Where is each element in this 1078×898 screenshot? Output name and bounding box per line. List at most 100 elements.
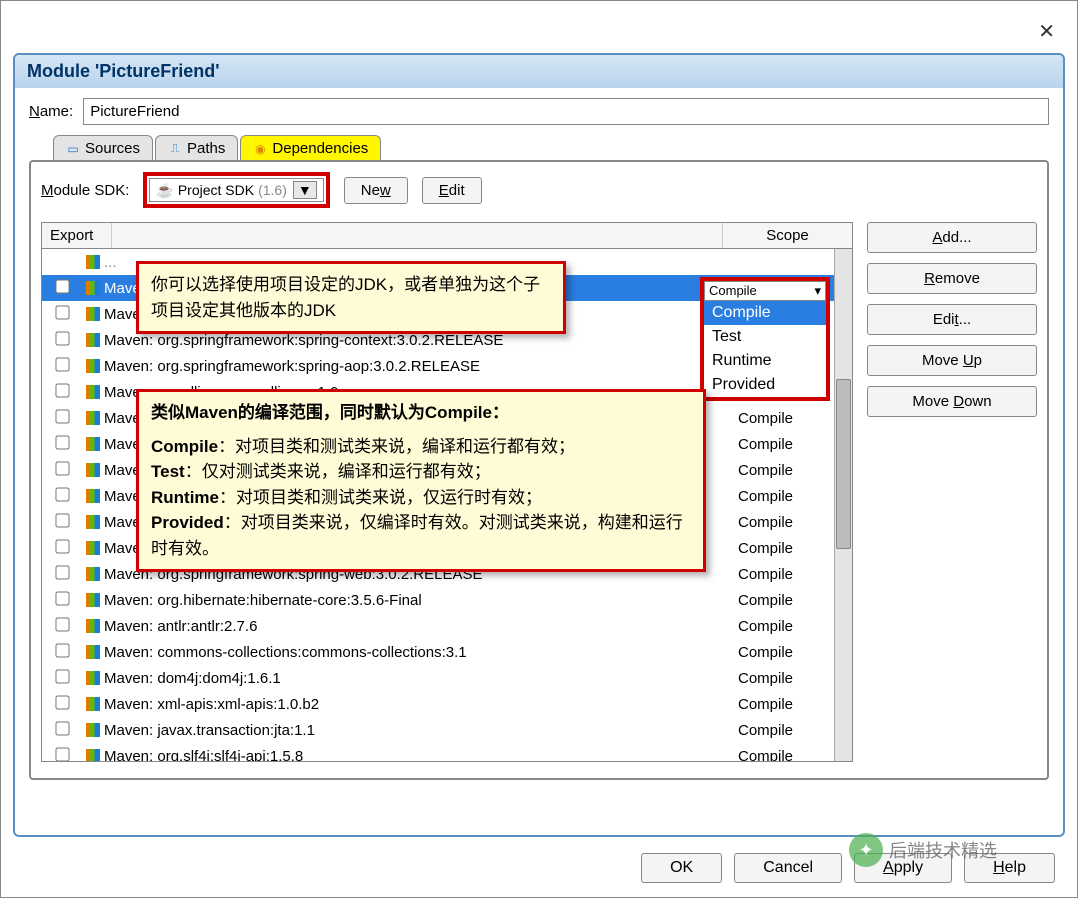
tab-bar: ▭ Sources ⎍ Paths ◉ Dependencies <box>53 135 1049 161</box>
dep-name: Maven: antlr:antlr:2.7.6 <box>104 618 732 635</box>
annotation-scope: 类似Maven的编译范围，同时默认为Compile： Compile：对项目类和… <box>136 389 706 572</box>
library-icon <box>82 359 104 373</box>
library-icon <box>82 333 104 347</box>
cancel-button[interactable]: Cancel <box>734 853 842 883</box>
scope-option-compile[interactable]: Compile <box>704 301 826 325</box>
name-label: Name: <box>29 103 73 120</box>
dep-name: Maven: org.hibernate:hibernate-core:3.5.… <box>104 592 732 609</box>
library-icon <box>82 697 104 711</box>
sources-icon: ▭ <box>66 142 80 156</box>
edit-sdk-button[interactable]: Edit <box>422 177 482 204</box>
wechat-icon: ✦ <box>849 833 883 867</box>
sdk-label: Module SDK: <box>41 182 129 199</box>
module-name-input[interactable] <box>83 98 1049 125</box>
export-checkbox[interactable] <box>42 462 82 479</box>
dep-name: Maven: org.slf4j:slf4j-api:1.5.8 <box>104 748 732 762</box>
export-checkbox[interactable] <box>42 280 82 297</box>
scope-selected[interactable]: Compile▾ <box>704 281 826 301</box>
library-icon <box>82 489 104 503</box>
export-checkbox[interactable] <box>42 618 82 635</box>
export-checkbox[interactable] <box>42 306 82 323</box>
table-row[interactable]: Maven: org.slf4j:slf4j-api:1.5.8Compile▼ <box>42 743 852 761</box>
scope-option-runtime[interactable]: Runtime <box>704 349 826 373</box>
export-checkbox[interactable] <box>42 358 82 375</box>
tab-paths[interactable]: ⎍ Paths <box>155 135 238 161</box>
export-checkbox[interactable] <box>42 566 82 583</box>
move-down-button[interactable]: Move Down <box>867 386 1037 417</box>
add-button[interactable]: Add... <box>867 222 1037 253</box>
dep-name: Maven: org.springframework:spring-aop:3.… <box>104 358 732 375</box>
export-checkbox[interactable] <box>42 332 82 349</box>
deps-icon: ◉ <box>253 142 267 156</box>
remove-button[interactable]: Remove <box>867 263 1037 294</box>
export-checkbox[interactable] <box>42 514 82 531</box>
library-icon <box>82 541 104 555</box>
sdk-version: (1.6) <box>258 182 287 198</box>
edit-dep-button[interactable]: Edit... <box>867 304 1037 335</box>
library-icon <box>82 307 104 321</box>
export-checkbox[interactable] <box>42 748 82 762</box>
export-checkbox[interactable] <box>42 540 82 557</box>
scroll-thumb[interactable] <box>836 379 851 549</box>
export-checkbox[interactable] <box>42 644 82 661</box>
dep-name: Maven: commons-collections:commons-colle… <box>104 644 732 661</box>
export-checkbox[interactable] <box>42 592 82 609</box>
library-icon <box>82 671 104 685</box>
scrollbar[interactable] <box>834 249 852 761</box>
sdk-value: Project SDK <box>178 182 254 198</box>
sdk-icon: ☕ <box>156 182 173 199</box>
ok-button[interactable]: OK <box>641 853 722 883</box>
table-row[interactable]: Maven: commons-collections:commons-colle… <box>42 639 852 665</box>
side-buttons: Add... Remove Edit... Move Up Move Down <box>867 222 1037 762</box>
library-icon <box>82 385 104 399</box>
sdk-combo-highlight: ☕ Project SDK (1.6) ▼ <box>143 172 329 208</box>
table-row[interactable]: Maven: xml-apis:xml-apis:1.0.b2Compile▼ <box>42 691 852 717</box>
move-up-button[interactable]: Move Up <box>867 345 1037 376</box>
tab-label: Sources <box>85 140 140 157</box>
table-row[interactable]: Maven: javax.transaction:jta:1.1Compile▼ <box>42 717 852 743</box>
export-checkbox[interactable] <box>42 410 82 427</box>
sdk-combo[interactable]: ☕ Project SDK (1.6) ▼ <box>149 178 323 202</box>
close-icon[interactable]: ✕ <box>1038 19 1055 44</box>
export-checkbox[interactable] <box>42 722 82 739</box>
tab-label: Dependencies <box>272 140 368 157</box>
scope-option-test[interactable]: Test <box>704 325 826 349</box>
library-icon <box>82 567 104 581</box>
library-icon <box>82 411 104 425</box>
tab-dependencies[interactable]: ◉ Dependencies <box>240 135 381 161</box>
annotation-sdk: 你可以选择使用项目设定的JDK，或者单独为这个子项目设定其他版本的JDK <box>136 261 566 334</box>
export-checkbox[interactable] <box>42 670 82 687</box>
dep-name: Maven: javax.transaction:jta:1.1 <box>104 722 732 739</box>
col-export[interactable]: Export <box>42 223 112 248</box>
library-icon <box>82 437 104 451</box>
scope-dropdown: Compile▾ Compile Test Runtime Provided <box>700 277 830 401</box>
library-icon <box>82 281 104 295</box>
tab-label: Paths <box>187 140 225 157</box>
table-row[interactable]: Maven: org.hibernate:hibernate-core:3.5.… <box>42 587 852 613</box>
export-checkbox[interactable] <box>42 436 82 453</box>
library-icon <box>82 749 104 761</box>
library-icon <box>82 723 104 737</box>
export-checkbox[interactable] <box>42 384 82 401</box>
table-row[interactable]: Maven: dom4j:dom4j:1.6.1Compile▼ <box>42 665 852 691</box>
dep-name: Maven: dom4j:dom4j:1.6.1 <box>104 670 732 687</box>
library-icon <box>82 645 104 659</box>
scope-option-provided[interactable]: Provided <box>704 373 826 397</box>
library-icon <box>82 515 104 529</box>
chevron-down-icon[interactable]: ▼ <box>293 181 317 199</box>
col-scope[interactable]: Scope <box>722 223 852 248</box>
dep-name: Maven: org.springframework:spring-contex… <box>104 332 732 349</box>
new-sdk-button[interactable]: New <box>344 177 408 204</box>
library-icon <box>82 619 104 633</box>
export-checkbox[interactable] <box>42 696 82 713</box>
panel-title: Module 'PictureFriend' <box>15 55 1063 88</box>
library-icon <box>82 463 104 477</box>
table-row[interactable]: Maven: antlr:antlr:2.7.6Compile▼ <box>42 613 852 639</box>
dep-name: Maven: xml-apis:xml-apis:1.0.b2 <box>104 696 732 713</box>
table-header: Export Scope <box>42 223 852 249</box>
library-icon <box>82 593 104 607</box>
col-name[interactable] <box>112 223 722 248</box>
tab-sources[interactable]: ▭ Sources <box>53 135 153 161</box>
watermark: ✦ 后端技术精选 <box>849 833 997 867</box>
export-checkbox[interactable] <box>42 488 82 505</box>
